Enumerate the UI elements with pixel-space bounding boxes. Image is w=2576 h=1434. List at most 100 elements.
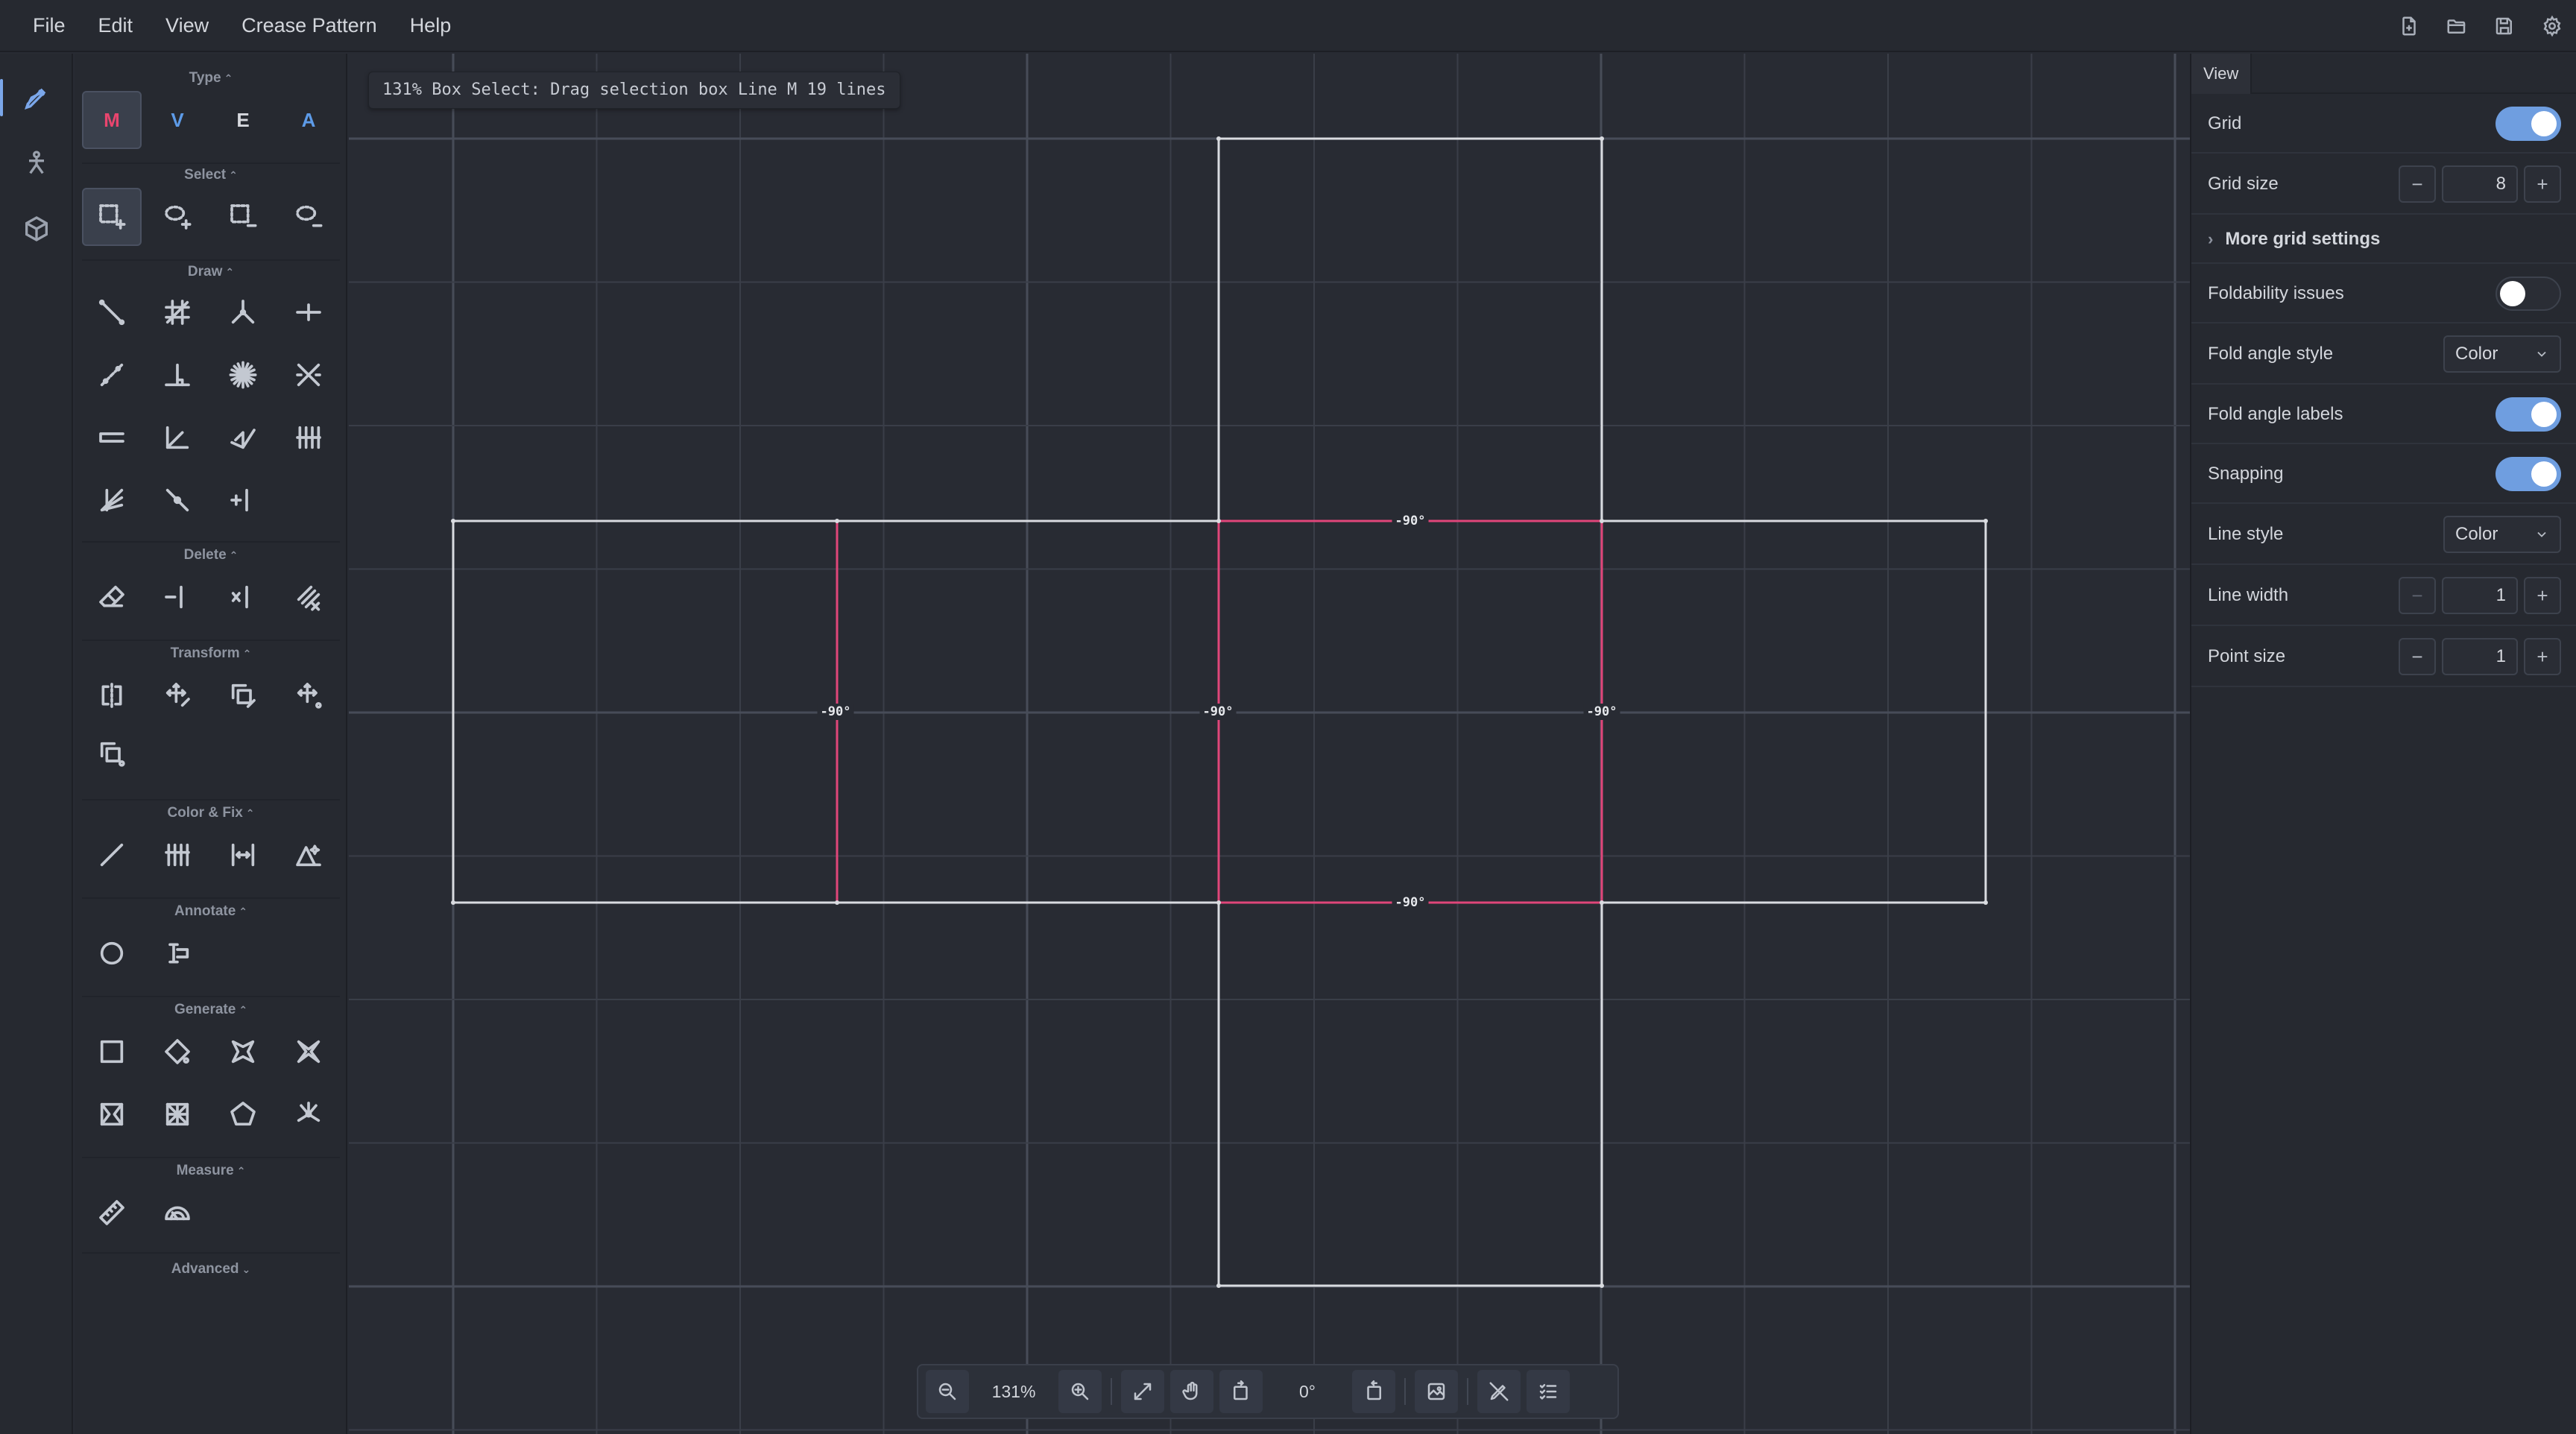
vertex-point[interactable] bbox=[451, 900, 455, 905]
section-advanced[interactable]: Advanced ⌄ bbox=[75, 1261, 347, 1277]
more-grid-settings-link[interactable]: › More grid settings bbox=[2208, 229, 2561, 250]
section-generate[interactable]: Generate ⌃ bbox=[75, 1002, 347, 1018]
checklist-icon[interactable] bbox=[1527, 1370, 1570, 1413]
vertex-point[interactable] bbox=[451, 519, 455, 523]
windmill-base-icon[interactable] bbox=[148, 1085, 207, 1143]
rotate-left-icon[interactable] bbox=[1219, 1370, 1263, 1413]
ruler-icon[interactable] bbox=[82, 1184, 142, 1242]
settings-gear-icon[interactable] bbox=[2528, 0, 2576, 52]
type-mountain-button[interactable]: M bbox=[82, 91, 142, 149]
vertex-point[interactable] bbox=[1216, 136, 1221, 141]
lasso-select-add-icon[interactable] bbox=[148, 188, 207, 246]
type-aux-button[interactable]: A bbox=[279, 91, 338, 149]
3d-cube-icon[interactable] bbox=[0, 197, 73, 261]
radial-burst-icon[interactable] bbox=[213, 346, 273, 404]
line-style-select[interactable]: Color bbox=[2443, 516, 2561, 553]
zoom-level[interactable]: 131% bbox=[975, 1370, 1052, 1413]
cross-lines-icon[interactable] bbox=[279, 346, 338, 404]
diamond-base-icon[interactable] bbox=[148, 1023, 207, 1081]
snapping-toggle[interactable] bbox=[2496, 457, 2561, 491]
copy-icon[interactable] bbox=[213, 666, 273, 724]
decrement-button[interactable]: − bbox=[2399, 577, 2436, 614]
figure-person-icon[interactable] bbox=[0, 131, 73, 195]
point-size-input[interactable]: 1 bbox=[2442, 638, 2518, 675]
vertex-point[interactable] bbox=[1600, 519, 1604, 523]
vertex-point[interactable] bbox=[1983, 900, 1988, 905]
type-edge-button[interactable]: E bbox=[213, 91, 273, 149]
section-measure[interactable]: Measure ⌃ bbox=[75, 1163, 347, 1179]
menu-file[interactable]: File bbox=[16, 0, 82, 51]
move-to-icon[interactable] bbox=[279, 666, 338, 724]
increment-button[interactable]: + bbox=[2524, 165, 2561, 203]
menu-help[interactable]: Help bbox=[394, 0, 468, 51]
perpendicular-icon[interactable] bbox=[148, 346, 207, 404]
fold-to-line-icon[interactable] bbox=[213, 408, 273, 467]
menu-crease-pattern[interactable]: Crease Pattern bbox=[225, 0, 394, 51]
fold-angle-style-select[interactable]: Color bbox=[2443, 335, 2561, 373]
segment-point-icon[interactable] bbox=[148, 471, 207, 529]
delete-type-lines-icon[interactable] bbox=[279, 568, 338, 626]
vertex-point[interactable] bbox=[1983, 519, 1988, 523]
section-delete[interactable]: Delete ⌃ bbox=[75, 547, 347, 563]
line-width-input[interactable]: 1 bbox=[2442, 577, 2518, 614]
zoom-out-icon[interactable] bbox=[926, 1370, 969, 1413]
draw-line-icon[interactable] bbox=[82, 283, 142, 341]
protractor-icon[interactable] bbox=[148, 1184, 207, 1242]
mirror-icon[interactable] bbox=[82, 666, 142, 724]
square-base-icon[interactable] bbox=[82, 1023, 142, 1081]
foldability-toggle[interactable] bbox=[2496, 277, 2561, 311]
delete-vertex-icon[interactable] bbox=[213, 568, 273, 626]
frog-base-icon[interactable] bbox=[82, 1085, 142, 1143]
crease-pattern-pen-icon[interactable] bbox=[0, 66, 73, 130]
menu-edit[interactable]: Edit bbox=[82, 0, 150, 51]
section-color-fix[interactable]: Color & Fix ⌃ bbox=[75, 805, 347, 821]
add-point-on-line-icon[interactable] bbox=[213, 471, 273, 529]
fold-angle-labels-toggle[interactable] bbox=[2496, 397, 2561, 432]
section-type[interactable]: Type ⌃ bbox=[75, 70, 347, 86]
auto-fix-icon[interactable] bbox=[279, 826, 338, 884]
zoom-in-icon[interactable] bbox=[1058, 1370, 1102, 1413]
grid-toggle[interactable] bbox=[2496, 107, 2561, 141]
section-draw[interactable]: Draw ⌃ bbox=[75, 264, 347, 280]
type-valley-button[interactable]: V bbox=[148, 91, 207, 149]
vertex-point[interactable] bbox=[1216, 519, 1221, 523]
vertex-point[interactable] bbox=[1600, 136, 1604, 141]
angle-line-icon[interactable] bbox=[148, 408, 207, 467]
export-image-icon[interactable] bbox=[1415, 1370, 1458, 1413]
fan-lines-icon[interactable] bbox=[82, 471, 142, 529]
increment-button[interactable]: + bbox=[2524, 577, 2561, 614]
vertex-point[interactable] bbox=[1600, 900, 1604, 905]
menu-view[interactable]: View bbox=[149, 0, 225, 51]
save-icon[interactable] bbox=[2481, 0, 2528, 52]
increment-button[interactable]: + bbox=[2524, 638, 2561, 675]
fit-view-icon[interactable] bbox=[1121, 1370, 1164, 1413]
circle-annotation-icon[interactable] bbox=[82, 924, 142, 982]
decrement-button[interactable]: − bbox=[2399, 638, 2436, 675]
grid-size-input[interactable]: 8 bbox=[2442, 165, 2518, 203]
vertex-point[interactable] bbox=[1216, 1283, 1221, 1288]
move-icon[interactable] bbox=[148, 666, 207, 724]
decrement-button[interactable]: − bbox=[2399, 165, 2436, 203]
pentagon-base-icon[interactable] bbox=[213, 1085, 273, 1143]
open-folder-icon[interactable] bbox=[2433, 0, 2481, 52]
extend-line-icon[interactable] bbox=[82, 346, 142, 404]
eraser-icon[interactable] bbox=[82, 568, 142, 626]
bird-base-icon[interactable] bbox=[279, 1023, 338, 1081]
lasso-select-remove-icon[interactable] bbox=[279, 188, 338, 246]
box-select-remove-icon[interactable] bbox=[213, 188, 273, 246]
vertex-point[interactable] bbox=[835, 900, 839, 905]
crease-pattern-canvas[interactable]: -90° -90° -90° -90° -90° bbox=[349, 54, 2190, 1434]
split-line-icon[interactable] bbox=[279, 283, 338, 341]
section-transform[interactable]: Transform ⌃ bbox=[75, 645, 347, 662]
tab-view[interactable]: View bbox=[2191, 54, 2253, 94]
rotation-angle[interactable]: 0° bbox=[1269, 1370, 1346, 1413]
new-file-icon[interactable] bbox=[2385, 0, 2433, 52]
delete-point-icon[interactable] bbox=[148, 568, 207, 626]
recolor-line-icon[interactable] bbox=[82, 826, 142, 884]
vertex-point[interactable] bbox=[1600, 1283, 1604, 1288]
copy-to-icon[interactable] bbox=[82, 724, 142, 783]
grid-intersect-icon[interactable] bbox=[148, 283, 207, 341]
vertex-point[interactable] bbox=[1216, 900, 1221, 905]
section-annotate[interactable]: Annotate ⌃ bbox=[75, 903, 347, 920]
more-grid-settings-row[interactable]: › More grid settings bbox=[2191, 216, 2576, 264]
